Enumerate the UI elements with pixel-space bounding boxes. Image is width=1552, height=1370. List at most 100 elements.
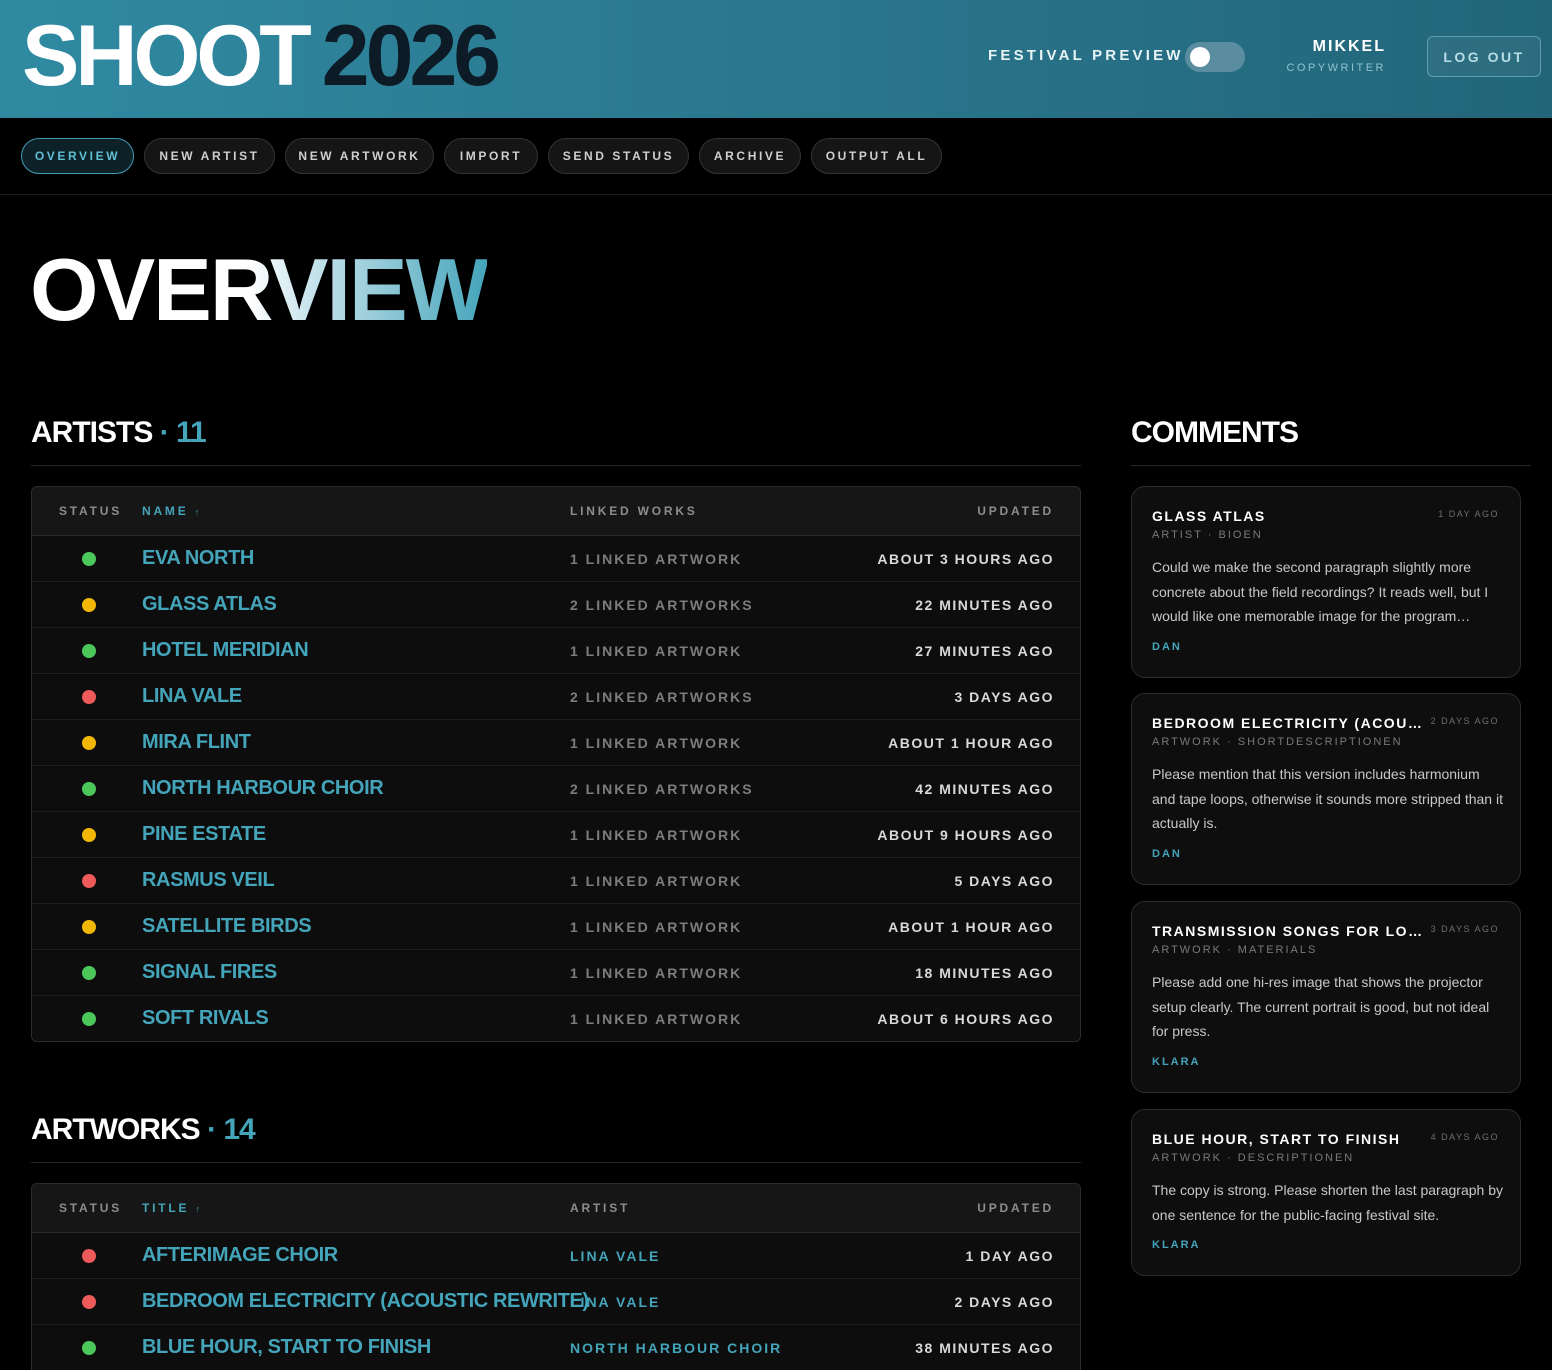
col-linked-works: LINKED WORKS: [570, 504, 698, 518]
artists-heading-label: ARTISTS: [31, 416, 153, 449]
table-row[interactable]: RASMUS VEIL 1 LINKED ARTWORK 5 DAYS AGO: [32, 858, 1080, 904]
artwork-artist-link[interactable]: LINA VALE: [570, 1294, 660, 1310]
nav-overview[interactable]: OVERVIEW: [21, 138, 134, 174]
sort-arrow-icon: ↑: [194, 507, 202, 517]
artists-table-body: EVA NORTH 1 LINKED ARTWORK ABOUT 3 HOURS A…: [32, 536, 1080, 1041]
toggle-knob: [1190, 47, 1210, 67]
status-dot-green: [82, 552, 96, 566]
comment-meta: ARTWORK · DESCRIPTIONEN: [1152, 1152, 1355, 1164]
artist-name-link[interactable]: MIRA FLINT: [142, 731, 251, 754]
comment-time: 2 DAYS AGO: [1430, 716, 1499, 726]
comment-author: DAN: [1152, 641, 1182, 653]
main-nav: OVERVIEW NEW ARTIST NEW ARTWORK IMPORT S…: [0, 118, 1552, 195]
nav-new-artwork[interactable]: NEW ARTWORK: [285, 138, 434, 174]
artwork-artist-link[interactable]: LINA VALE: [570, 1248, 660, 1264]
comment-body: Please mention that this version include…: [1152, 766, 1503, 831]
artwork-title-link[interactable]: BLUE HOUR, START TO FINISH: [142, 1336, 431, 1359]
table-row[interactable]: BLUE HOUR, START TO FINISH NORTH HARBOUR …: [32, 1325, 1080, 1370]
linked-works: 1 LINKED ARTWORK: [570, 735, 743, 751]
col-title[interactable]: TITLE ↑: [142, 1201, 203, 1215]
linked-works: 1 LINKED ARTWORK: [570, 919, 743, 935]
comment-card[interactable]: GLASS ATLAS 1 DAY AGO ARTIST · BIOEN Cou…: [1131, 486, 1521, 678]
table-row[interactable]: EVA NORTH 1 LINKED ARTWORK ABOUT 3 HOURS A…: [32, 536, 1080, 582]
artist-name-link[interactable]: GLASS ATLAS: [142, 593, 277, 616]
artwork-title-link[interactable]: BEDROOM ELECTRICITY (ACOUSTIC REWRITE): [142, 1290, 589, 1313]
table-row[interactable]: SIGNAL FIRES 1 LINKED ARTWORK 18 MINUTES A…: [32, 950, 1080, 996]
updated-time: 27 MINUTES AGO: [915, 643, 1054, 659]
table-row[interactable]: MIRA FLINT 1 LINKED ARTWORK ABOUT 1 HOUR A…: [32, 720, 1080, 766]
table-row[interactable]: BEDROOM ELECTRICITY (ACOUSTIC REWRITE) LI…: [32, 1279, 1080, 1325]
logout-button[interactable]: LOG OUT: [1427, 36, 1541, 77]
updated-time: 5 DAYS AGO: [954, 873, 1054, 889]
status-dot-red: [82, 1249, 96, 1263]
comment-author: DAN: [1152, 848, 1182, 860]
artworks-count: · 14: [199, 1113, 256, 1146]
festival-preview-toggle[interactable]: [1185, 42, 1245, 72]
linked-works: 2 LINKED ARTWORKS: [570, 781, 754, 797]
comment-card[interactable]: TRANSMISSION SONGS FOR LOST RADIOS 3 DAY…: [1131, 901, 1521, 1093]
status-dot-green: [82, 1012, 96, 1026]
artist-name-link[interactable]: HOTEL MERIDIAN: [142, 639, 309, 662]
comment-meta: ARTIST · BIOEN: [1152, 529, 1263, 541]
status-dot-green: [82, 1341, 96, 1355]
comment-author: KLARA: [1152, 1056, 1201, 1068]
comment-author: KLARA: [1152, 1239, 1201, 1251]
col-status: STATUS: [59, 1201, 123, 1215]
artworks-divider: [31, 1162, 1081, 1163]
col-status: STATUS: [59, 504, 123, 518]
table-row[interactable]: PINE ESTATE 1 LINKED ARTWORK ABOUT 9 HOURS…: [32, 812, 1080, 858]
sort-arrow-icon: ↑: [195, 1204, 203, 1214]
artist-name-link[interactable]: EVA NORTH: [142, 547, 254, 570]
nav-archive[interactable]: ARCHIVE: [699, 138, 801, 174]
linked-works: 1 LINKED ARTWORK: [570, 827, 743, 843]
linked-works: 1 LINKED ARTWORK: [570, 643, 743, 659]
comment-card[interactable]: BLUE HOUR, START TO FINISH 4 DAYS AGO AR…: [1131, 1109, 1521, 1276]
artist-name-link[interactable]: SATELLITE BIRDS: [142, 915, 312, 938]
table-row[interactable]: LINA VALE 2 LINKED ARTWORKS 3 DAYS AGO: [32, 674, 1080, 720]
artworks-table: STATUS TITLE ↑ ARTIST UPDATED AFTERIMAGE…: [31, 1183, 1081, 1370]
artwork-title-link[interactable]: AFTERIMAGE CHOIR: [142, 1244, 338, 1267]
comment-title: BLUE HOUR, START TO FINISH: [1152, 1131, 1401, 1147]
artist-name-link[interactable]: RASMUS VEIL: [142, 869, 275, 892]
artwork-artist-link[interactable]: NORTH HARBOUR CHOIR: [570, 1340, 782, 1356]
comment-body: Could we make the second paragraph sligh…: [1152, 559, 1489, 624]
nav-new-artist[interactable]: NEW ARTIST: [144, 138, 275, 174]
col-name[interactable]: NAME ↑: [142, 504, 202, 518]
comment-card[interactable]: BEDROOM ELECTRICITY (ACOUSTIC REWRITE) 2…: [1131, 693, 1521, 885]
col-name-label: NAME: [142, 504, 189, 518]
comments-divider: [1131, 465, 1531, 466]
table-row[interactable]: NORTH HARBOUR CHOIR 2 LINKED ARTWORKS 42 M…: [32, 766, 1080, 812]
linked-works: 1 LINKED ARTWORK: [570, 1011, 743, 1027]
table-row[interactable]: SATELLITE BIRDS 1 LINKED ARTWORK ABOUT 1 H…: [32, 904, 1080, 950]
table-row[interactable]: AFTERIMAGE CHOIR LINA VALE 1 DAY AGO: [32, 1233, 1080, 1279]
artist-name-link[interactable]: NORTH HARBOUR CHOIR: [142, 777, 384, 800]
updated-time: 3 DAYS AGO: [954, 689, 1054, 705]
nav-output-all[interactable]: OUTPUT ALL: [811, 138, 942, 174]
linked-works: 2 LINKED ARTWORKS: [570, 689, 754, 705]
artist-name-link[interactable]: SOFT RIVALS: [142, 1007, 269, 1030]
brand-logo[interactable]: SHOOT 2026: [22, 8, 501, 104]
table-row[interactable]: SOFT RIVALS 1 LINKED ARTWORK ABOUT 6 HOURS…: [32, 996, 1080, 1041]
artist-name-link[interactable]: PINE ESTATE: [142, 823, 266, 846]
comment-title: TRANSMISSION SONGS FOR LOST RADIOS: [1152, 923, 1426, 939]
artist-name-link[interactable]: SIGNAL FIRES: [142, 961, 277, 984]
festival-preview-label: FESTIVAL PREVIEW: [988, 47, 1184, 64]
page-title: OVERVIEW: [30, 240, 489, 339]
nav-send-status[interactable]: SEND STATUS: [548, 138, 689, 174]
comment-body: Please add one hi-res image that shows t…: [1152, 974, 1490, 1039]
artworks-table-header: STATUS TITLE ↑ ARTIST UPDATED: [32, 1184, 1080, 1233]
col-artist: ARTIST: [570, 1201, 631, 1215]
updated-time: 2 DAYS AGO: [954, 1294, 1054, 1310]
nav-import[interactable]: IMPORT: [444, 138, 538, 174]
updated-time: 18 MINUTES AGO: [915, 965, 1054, 981]
artworks-heading: ARTWORKS · 14: [31, 1113, 256, 1147]
linked-works: 1 LINKED ARTWORK: [570, 873, 743, 889]
comment-body: The copy is strong. Please shorten the l…: [1152, 1182, 1503, 1223]
artist-name-link[interactable]: LINA VALE: [142, 685, 242, 708]
col-title-label: TITLE: [142, 1201, 190, 1215]
user-name: MIKKEL: [1312, 38, 1386, 55]
user-role: COPYWRITER: [1286, 62, 1386, 74]
updated-time: 42 MINUTES AGO: [915, 781, 1054, 797]
table-row[interactable]: HOTEL MERIDIAN 1 LINKED ARTWORK 27 MINUTES…: [32, 628, 1080, 674]
table-row[interactable]: GLASS ATLAS 2 LINKED ARTWORKS 22 MINUTES A…: [32, 582, 1080, 628]
